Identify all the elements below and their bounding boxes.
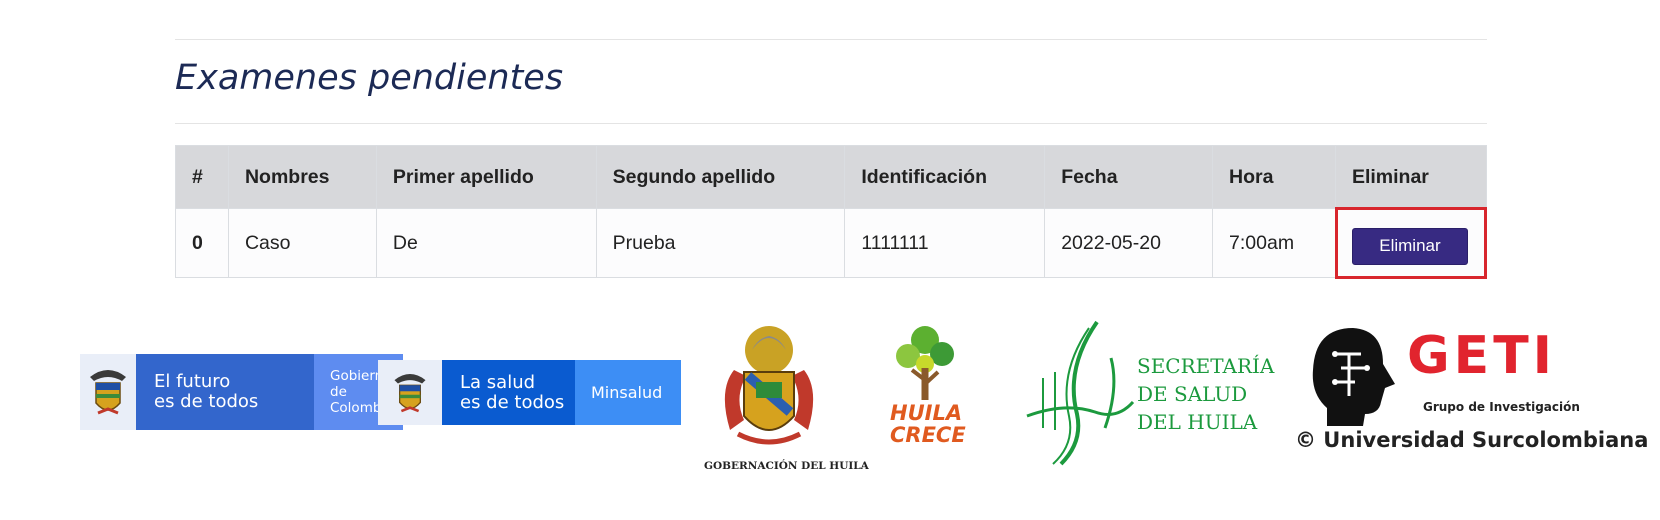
table-row: 0 Caso De Prueba 1111111 2022-05-20 7:00… (175, 207, 1488, 279)
head-circuit-icon (1312, 328, 1395, 426)
minsalud-slogan-line1: La salud (460, 371, 536, 393)
cell-nombres: Caso (227, 208, 377, 278)
minsalud-logo: La salud es de todos Minsalud (378, 360, 681, 425)
pending-exams-table: # Nombres Primer apellido Segundo apelli… (175, 145, 1488, 279)
coat-of-arms-icon (80, 354, 136, 430)
column-header-fecha: Fecha (1044, 145, 1214, 209)
huila-crece-logo: HUILA CRECE (880, 322, 970, 462)
page-title: Examenes pendientes (175, 58, 564, 98)
gobernacion-crest-icon (724, 326, 814, 445)
secretaria-salud-huila-logo: SECRETARÍA DE SALUD DEL HUILA (1025, 318, 1274, 468)
secretaria-emblem-icon (1026, 320, 1135, 466)
huila-crece-line1: HUILA (890, 401, 963, 425)
top-divider (175, 39, 1487, 40)
column-header-number: # (175, 145, 229, 209)
secretaria-line3: DEL HUILA (1137, 410, 1258, 434)
secretaria-line1: SECRETARÍA (1137, 354, 1275, 378)
geti-subtitle: Grupo de Investigación (1423, 400, 1580, 414)
gobierno-colombia-logo: El futuro es de todos Gobierno de Colomb… (80, 354, 403, 430)
eliminar-button[interactable]: Eliminar (1351, 227, 1468, 265)
column-header-identificacion: Identificación (844, 145, 1046, 209)
cell-number: 0 (175, 208, 229, 278)
geti-name: GETI (1407, 326, 1557, 386)
coat-of-arms-icon (378, 360, 442, 425)
table-header-row: # Nombres Primer apellido Segundo apelli… (175, 145, 1488, 209)
cell-eliminar: Eliminar (1334, 207, 1488, 279)
geti-university: © Universidad Surcolombiana (1295, 428, 1649, 452)
cell-fecha: 2022-05-20 (1044, 208, 1214, 278)
gobernacion-huila-logo: GOBERNACIÓN DEL HUILA (704, 320, 869, 480)
column-header-nombres: Nombres (227, 145, 377, 209)
secretaria-line2: DE SALUD (1137, 382, 1248, 406)
geti-logo: GETI Grupo de Investigación © Universida… (1295, 324, 1648, 464)
gobierno-slogan-line1: El futuro (154, 371, 231, 392)
cell-hora: 7:00am (1212, 208, 1336, 278)
cell-segundo-apellido: Prueba (595, 208, 846, 278)
gobierno-slogan-line2: es de todos (154, 391, 259, 412)
minsalud-label: Minsalud (591, 382, 663, 402)
gobernacion-caption: GOBERNACIÓN DEL HUILA (704, 460, 869, 472)
column-header-segundo-apellido: Segundo apellido (595, 145, 846, 209)
column-header-eliminar: Eliminar (1334, 145, 1488, 209)
cell-primer-apellido: De (375, 208, 597, 278)
column-header-primer-apellido: Primer apellido (375, 145, 597, 209)
column-header-hora: Hora (1212, 145, 1336, 209)
tree-icon (896, 326, 954, 400)
minsalud-slogan-line2: es de todos (460, 391, 565, 413)
title-divider (175, 123, 1487, 124)
huila-crece-line2: CRECE (890, 423, 966, 447)
cell-identificacion: 1111111 (844, 208, 1046, 278)
